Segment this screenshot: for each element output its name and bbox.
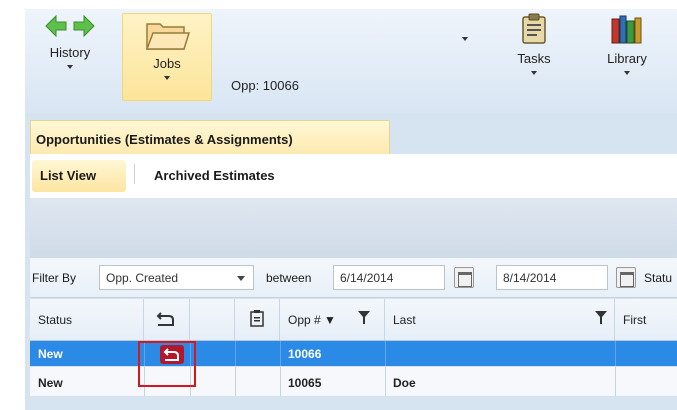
row-divider [615,341,616,366]
subnav-divider [134,164,135,184]
row-divider [385,341,386,366]
history-button[interactable]: History [33,13,107,101]
jobs-caret-icon [164,76,170,80]
calendar-from-icon[interactable] [454,267,474,288]
history-label: History [49,45,91,60]
date-to-value: 8/14/2014 [503,271,557,285]
table-row[interactable]: New 10065 Doe [30,367,677,397]
status-filter-label: Statu [644,271,673,285]
row-divider [615,367,616,396]
filter-field-value: Opp. Created [106,271,179,285]
library-caret-icon [624,71,630,75]
col-last-label: Last [393,313,416,327]
clipboard-header-icon [250,310,264,327]
row-divider [235,341,236,366]
row-divider [280,367,281,396]
app-window: History Jobs Opp: 10066 Tasks Library Op… [0,0,677,410]
row-last: Doe [393,376,416,390]
col-notes[interactable] [235,299,280,340]
folder-icon [145,23,190,50]
row-opp-number: 10065 [288,376,322,390]
current-opportunity-label: Opp: 10066 [231,78,299,93]
row-divider [280,341,281,366]
row-divider [385,367,386,396]
calendar-to-icon[interactable] [616,267,636,288]
col-first-label: First [623,313,647,327]
row-status: New [38,376,63,390]
date-from-value: 6/14/2014 [340,271,394,285]
jobs-label: Jobs [153,56,181,71]
history-arrows-icon [45,14,95,38]
col-opp-number[interactable]: Opp # ▼ [280,299,385,340]
callout-highlight-box [138,341,196,387]
col-status[interactable]: Status [30,299,144,340]
row-divider [235,367,236,396]
books-icon [611,15,642,44]
toolbar-dropdown-caret-icon[interactable] [462,37,468,41]
archived-estimates-tab[interactable]: Archived Estimates [146,160,316,192]
filter-funnel-icon[interactable] [595,311,607,325]
date-from-input[interactable]: 6/14/2014 [333,265,445,290]
history-caret-icon [67,65,73,69]
col-first[interactable]: First [615,299,677,340]
row-status: New [38,347,63,361]
clipboard-icon [522,13,546,44]
col-status-label: Status [38,313,73,327]
col-blank [190,299,235,340]
grid-header: Status Opp # ▼ Last First [30,299,677,341]
between-label: between [266,271,312,285]
filter-field-select[interactable]: Opp. Created [99,265,254,290]
row-opp-number: 10066 [288,347,322,361]
filter-funnel-icon[interactable] [358,311,370,325]
view-subnav: List View Archived Estimates [30,154,677,198]
tasks-caret-icon [531,71,537,75]
opportunities-panel: Opportunities (Estimates & Assignments) … [25,113,677,410]
main-toolbar: History Jobs Opp: 10066 Tasks Library [25,9,677,113]
action-bar [30,198,677,258]
col-last[interactable]: Last [385,299,615,340]
library-button[interactable]: Library [590,13,664,101]
tab-opportunities[interactable]: Opportunities (Estimates & Assignments) [30,120,390,154]
jobs-button[interactable]: Jobs [122,13,212,101]
restore-header-icon [156,312,174,326]
date-to-input[interactable]: 8/14/2014 [496,265,608,290]
table-row[interactable]: New 10066 [30,341,677,367]
tasks-button[interactable]: Tasks [497,13,571,101]
col-opp-label: Opp # ▼ [288,313,336,327]
filter-bar: Filter By Opp. Created between 6/14/2014… [30,258,677,298]
dropdown-arrow-icon [237,276,245,281]
library-label: Library [607,51,647,66]
col-restore[interactable] [144,299,190,340]
filter-by-label: Filter By [32,271,77,285]
tasks-label: Tasks [517,51,551,66]
list-view-tab[interactable]: List View [32,160,126,192]
